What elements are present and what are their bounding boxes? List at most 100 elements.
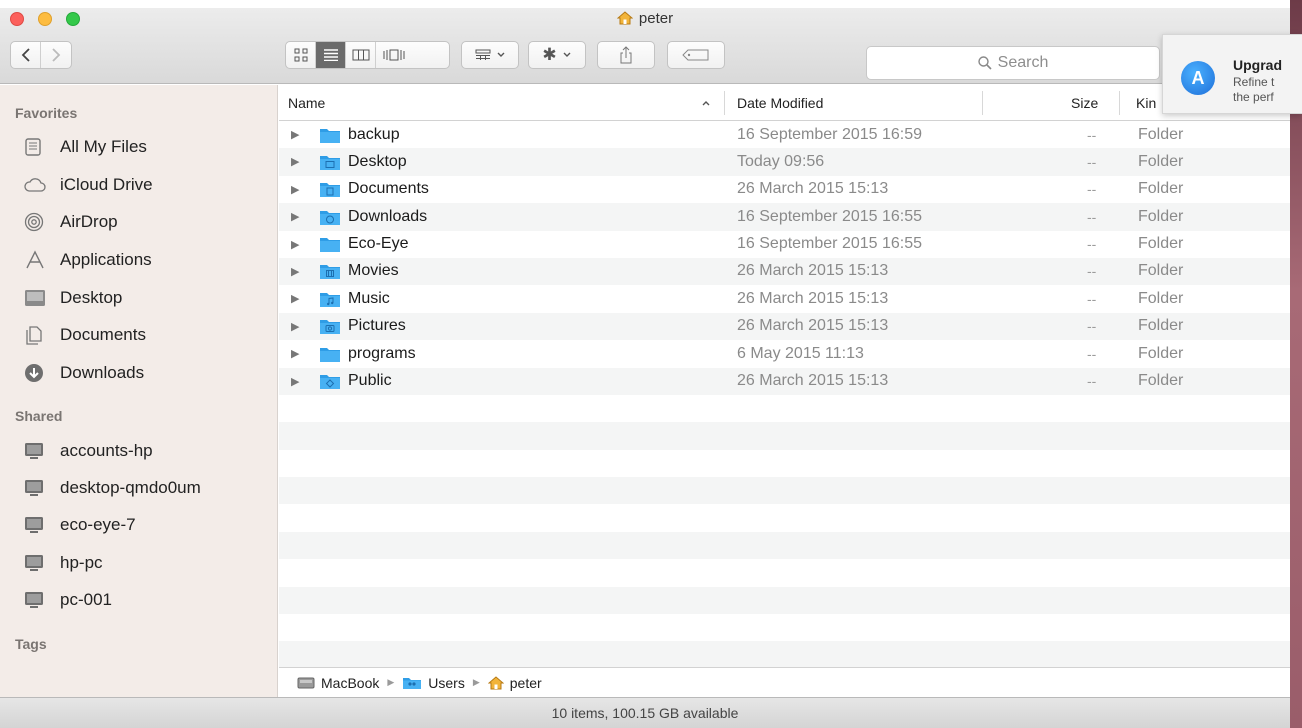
columns-icon [352, 49, 369, 61]
sidebar-item-accounts-hp[interactable]: accounts-hp [24, 436, 153, 466]
window-title: peter [0, 10, 1290, 29]
path-item-macbook[interactable]: MacBook [297, 675, 379, 691]
view-mode-selector [285, 41, 450, 69]
empty-row [279, 395, 1290, 422]
nav-buttons [10, 41, 72, 69]
table-row[interactable]: ▶ Music 26 March 2015 15:13 -- Folder [279, 285, 1290, 312]
sidebar-item-airdrop[interactable]: AirDrop [24, 207, 118, 237]
disclosure-triangle-icon[interactable]: ▶ [291, 285, 299, 312]
column-header-date-modified[interactable]: Date Modified [737, 85, 823, 121]
disclosure-triangle-icon[interactable]: ▶ [291, 258, 299, 285]
chevron-right-icon [52, 48, 61, 62]
action-button[interactable]: ✱ [528, 41, 586, 69]
disclosure-triangle-icon[interactable]: ▶ [291, 176, 299, 203]
applications-icon [24, 250, 50, 270]
sidebar-item-applications[interactable]: Applications [24, 245, 152, 275]
arrange-button[interactable] [461, 41, 519, 69]
empty-row [279, 641, 1290, 667]
hard-drive-icon [297, 676, 315, 690]
column-divider [1119, 91, 1120, 115]
gear-icon: ✱ [542, 45, 557, 64]
notification-body: Refine t the perf [1233, 75, 1275, 104]
back-button[interactable] [11, 42, 41, 68]
home-icon [616, 11, 634, 29]
coverflow-icon [383, 49, 404, 61]
status-text: 10 items, 100.15 GB available [551, 705, 739, 721]
sidebar-section-tags: Tags [15, 636, 47, 652]
sidebar-item-documents[interactable]: Documents [24, 320, 146, 350]
empty-row [279, 477, 1290, 505]
sidebar-item-icloud-drive[interactable]: iCloud Drive [24, 170, 153, 200]
computer-icon [24, 590, 50, 610]
computer-icon [24, 515, 50, 535]
list-view-button[interactable] [316, 42, 346, 68]
downloads-icon [24, 363, 50, 383]
column-view-button[interactable] [346, 42, 376, 68]
notification-banner[interactable]: A Upgrad Refine t the perf [1162, 34, 1302, 114]
list-icon [323, 49, 338, 61]
desktop-icon [24, 288, 50, 308]
grid-icon [294, 48, 307, 62]
table-row[interactable]: ▶ programs 6 May 2015 11:13 -- Folder [279, 340, 1290, 367]
disclosure-triangle-icon[interactable]: ▶ [291, 148, 299, 175]
status-bar: 10 items, 100.15 GB available [0, 697, 1290, 728]
sidebar-item-all-my-files[interactable]: All My Files [24, 132, 147, 162]
app-store-icon: A [1181, 61, 1215, 95]
desktop-folder-icon [319, 148, 341, 175]
table-row[interactable]: ▶ Public 26 March 2015 15:13 -- Folder [279, 367, 1290, 395]
finder-window: peter ✱ Search Favorites All My Files iC… [0, 8, 1302, 728]
pictures-folder-icon [319, 313, 341, 340]
sidebar-item-downloads[interactable]: Downloads [24, 358, 144, 388]
chevron-down-icon [563, 52, 571, 57]
column-header-size[interactable]: Size [1071, 85, 1098, 121]
path-item-peter[interactable]: peter [487, 675, 542, 691]
search-placeholder: Search [997, 54, 1049, 71]
disclosure-triangle-icon[interactable]: ▶ [291, 231, 299, 258]
column-header-kind[interactable]: Kin [1136, 85, 1156, 121]
table-row[interactable]: ▶ Downloads 16 September 2015 16:55 -- F… [279, 203, 1290, 231]
table-row[interactable]: ▶ backup 16 September 2015 16:59 -- Fold… [279, 121, 1290, 148]
disclosure-triangle-icon[interactable]: ▶ [291, 368, 299, 395]
sidebar-item-eco-eye-7[interactable]: eco-eye-7 [24, 510, 136, 540]
path-bar: MacBook ▶ Users ▶ peter [279, 667, 1290, 697]
empty-row [279, 559, 1290, 586]
column-divider [982, 91, 983, 115]
downloads-folder-icon [319, 203, 341, 230]
table-row[interactable]: ▶ Desktop Today 09:56 -- Folder [279, 148, 1290, 176]
sidebar-item-desktop[interactable]: Desktop [24, 283, 122, 313]
tags-button[interactable] [667, 41, 725, 69]
search-input[interactable]: Search [866, 46, 1160, 80]
empty-row [279, 422, 1290, 450]
icon-view-button[interactable] [286, 42, 316, 68]
disclosure-triangle-icon[interactable]: ▶ [291, 203, 299, 230]
sidebar-item-pc-001[interactable]: pc-001 [24, 585, 112, 615]
sort-ascending-icon [701, 85, 711, 121]
column-header-name[interactable]: Name [288, 85, 728, 121]
home-icon [487, 675, 504, 690]
sidebar-item-hp-pc[interactable]: hp-pc [24, 548, 103, 578]
share-icon [620, 46, 632, 64]
disclosure-triangle-icon[interactable]: ▶ [291, 313, 299, 340]
table-row[interactable]: ▶ Pictures 26 March 2015 15:13 -- Folder [279, 312, 1290, 341]
public-folder-icon [319, 368, 341, 395]
folder-icon [319, 121, 341, 148]
window-title-text: peter [638, 10, 674, 27]
disclosure-triangle-icon[interactable]: ▶ [291, 121, 299, 148]
table-row[interactable]: ▶ Documents 26 March 2015 15:13 -- Folde… [279, 176, 1290, 203]
file-rows: ▶ backup 16 September 2015 16:59 -- Fold… [279, 121, 1290, 667]
table-row[interactable]: ▶ Movies 26 March 2015 15:13 -- Folder [279, 257, 1290, 286]
share-button[interactable] [597, 41, 655, 69]
empty-row [279, 586, 1290, 615]
tag-icon [682, 49, 709, 61]
all-files-icon [24, 137, 50, 157]
forward-button[interactable] [41, 42, 71, 68]
empty-row [279, 614, 1290, 641]
disclosure-triangle-icon[interactable]: ▶ [291, 340, 299, 367]
coverflow-view-button[interactable] [376, 42, 411, 68]
path-item-users[interactable]: Users [402, 675, 465, 691]
airdrop-icon [24, 212, 50, 232]
documents-folder-icon [319, 176, 341, 203]
path-separator-icon: ▶ [472, 677, 480, 687]
sidebar-item-desktop-qmdo0um[interactable]: desktop-qmdo0um [24, 473, 201, 503]
table-row[interactable]: ▶ Eco-Eye 16 September 2015 16:55 -- Fol… [279, 231, 1290, 258]
